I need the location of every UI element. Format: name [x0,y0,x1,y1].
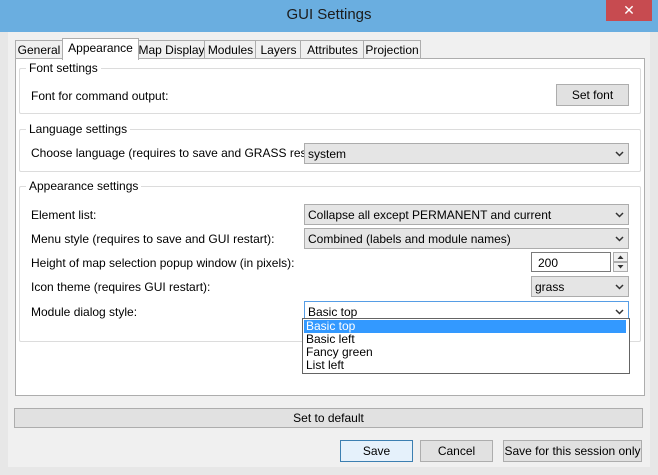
element-list-select[interactable]: Collapse all except PERMANENT and curren… [304,204,629,225]
menu-style-label: Menu style (requires to save and GUI res… [31,232,275,246]
dropdown-option[interactable]: List left [304,359,626,372]
close-button[interactable]: ✕ [606,0,652,21]
tab-appearance[interactable]: Appearance [62,38,139,60]
window-title: GUI Settings [286,6,372,23]
dialog-style-label: Module dialog style: [31,305,138,319]
tab-map-display[interactable]: Map Display [137,40,206,59]
icon-theme-value: grass [535,280,565,294]
dialog-style-value: Basic top [308,305,358,319]
close-icon: ✕ [623,2,635,18]
language-settings-group: Language settings Choose language (requi… [19,122,641,172]
menu-style-value: Combined (labels and module names) [308,232,511,246]
spin-up-button[interactable] [613,252,628,262]
chevron-down-icon [615,309,624,315]
tab-layers[interactable]: Layers [255,40,302,59]
tab-modules[interactable]: Modules [204,40,257,59]
font-command-output-label: Font for command output: [31,89,169,103]
font-settings-title: Font settings [26,61,101,75]
language-value: system [308,147,347,161]
tab-general[interactable]: General [15,40,63,59]
title-bar[interactable]: GUI Settings ✕ [0,0,658,32]
tab-attributes[interactable]: Attributes [300,40,365,59]
save-button[interactable]: Save [340,440,413,462]
chevron-down-icon [615,236,624,242]
dialog-client: General Appearance Map Display Modules L… [8,32,650,467]
popup-height-value: 200 [538,256,559,270]
arrow-up-icon [617,255,624,259]
icon-theme-select[interactable]: grass [531,276,629,297]
element-list-label: Element list: [31,208,97,222]
appearance-settings-title: Appearance settings [26,179,142,193]
popup-height-input[interactable]: 200 [531,252,611,272]
save-session-button[interactable]: Save for this session only [503,440,642,462]
language-label: Choose language (requires to save and GR… [31,146,332,160]
spin-down-button[interactable] [613,262,628,272]
set-font-button[interactable]: Set font [556,84,629,106]
language-select[interactable]: system [304,143,629,164]
element-list-value: Collapse all except PERMANENT and curren… [308,208,552,222]
dropdown-option[interactable]: Fancy green [304,346,626,359]
tab-projection[interactable]: Projection [363,40,421,59]
dialog-style-dropdown: Basic top Basic left Fancy green List le… [302,318,630,374]
arrow-down-icon [617,265,624,269]
cancel-button[interactable]: Cancel [420,440,493,462]
menu-style-select[interactable]: Combined (labels and module names) [304,228,629,249]
icon-theme-label: Icon theme (requires GUI restart): [31,280,211,294]
chevron-down-icon [615,212,624,218]
set-to-default-button[interactable]: Set to default [14,408,643,428]
chevron-down-icon [615,151,624,157]
font-settings-group: Font settings Font for command output: S… [19,61,641,114]
language-settings-title: Language settings [26,122,131,136]
chevron-down-icon [615,284,624,290]
popup-height-spinner[interactable]: 200 [531,252,629,272]
popup-height-label: Height of map selection popup window (in… [31,256,295,270]
